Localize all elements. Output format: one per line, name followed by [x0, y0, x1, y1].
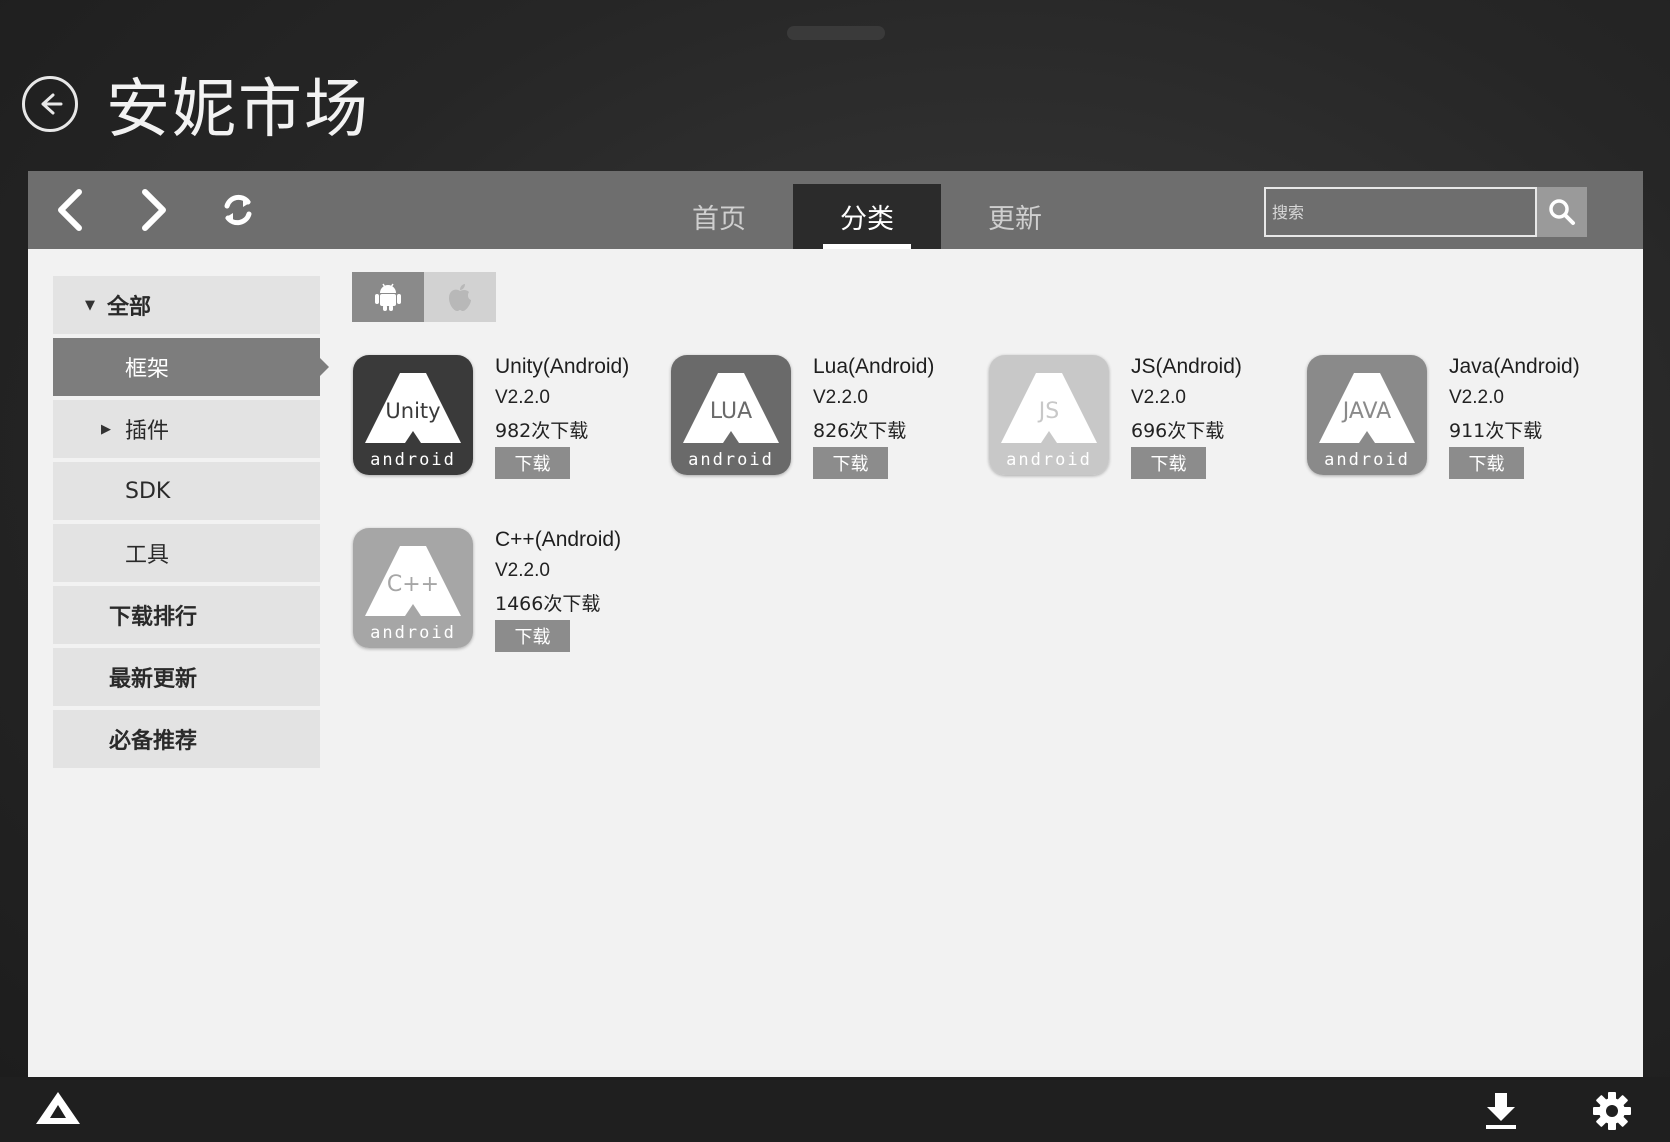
- app-download-count: 982次下载: [495, 420, 589, 442]
- sidebar-item-latest-updates[interactable]: 最新更新: [53, 648, 320, 706]
- app-name: Lua(Android): [813, 355, 935, 378]
- app-icon-label: C++: [387, 572, 439, 597]
- gear-icon[interactable]: [1592, 1091, 1632, 1131]
- app-name: JS(Android): [1131, 355, 1242, 378]
- app-card-cpp: C++ android C++(Android) V2.2.0 1466次下载 下…: [353, 528, 653, 658]
- app-icon-label: LUA: [710, 399, 752, 424]
- app-download-count: 696次下载: [1131, 420, 1225, 442]
- sidebar-item-sdk[interactable]: SDK: [53, 462, 320, 520]
- apple-icon[interactable]: [424, 272, 496, 322]
- anysdk-logo-icon[interactable]: [34, 1091, 82, 1125]
- app-icon-brand: android: [688, 450, 774, 470]
- sidebar-item-framework[interactable]: 框架: [53, 338, 329, 396]
- app-icon-brand: android: [370, 623, 456, 643]
- platform-toggle: [352, 272, 496, 322]
- sidebar-item-recommended[interactable]: 必备推荐: [53, 710, 320, 768]
- app-download-count: 911次下载: [1449, 420, 1543, 442]
- download-button[interactable]: 下载: [495, 620, 570, 652]
- app-icon-label: JS: [1037, 399, 1059, 424]
- download-button[interactable]: 下载: [1449, 447, 1524, 479]
- refresh-icon[interactable]: [210, 185, 266, 235]
- app-version: V2.2.0: [495, 560, 550, 581]
- window-grab-handle[interactable]: [787, 26, 885, 40]
- sidebar-item-label: 框架: [125, 357, 170, 382]
- tab-category[interactable]: 分类: [793, 184, 941, 249]
- app-name: Unity(Android): [495, 355, 630, 378]
- nav-forward-icon[interactable]: [126, 185, 182, 235]
- download-icon[interactable]: [1484, 1091, 1518, 1131]
- app-download-count: 1466次下载: [495, 593, 601, 615]
- js-app-icon[interactable]: JS android: [989, 355, 1109, 475]
- sidebar-item-label: 工具: [125, 543, 170, 568]
- category-sidebar: ▼ 全部 框架 ▶ 插件 SDK 工具 下载排行 最新更新 必备推荐: [53, 276, 329, 772]
- java-app-icon[interactable]: JAVA android: [1307, 355, 1427, 475]
- search-input[interactable]: [1264, 187, 1537, 237]
- app-card-java: JAVA android Java(Android) V2.2.0 911次下载 …: [1307, 355, 1607, 485]
- title-bar: 安妮市场: [22, 60, 370, 148]
- toolbar: 首页 分类 更新: [28, 171, 1643, 249]
- tab-home[interactable]: 首页: [645, 184, 793, 249]
- sidebar-item-label: 下载排行: [109, 605, 198, 630]
- sidebar-item-tools[interactable]: 工具: [53, 524, 320, 582]
- sidebar-item-label: 插件: [125, 419, 170, 444]
- app-name: Java(Android): [1449, 355, 1580, 378]
- android-icon[interactable]: [352, 272, 424, 322]
- app-version: V2.2.0: [813, 387, 868, 408]
- lua-app-icon[interactable]: LUA android: [671, 355, 791, 475]
- app-name: C++(Android): [495, 528, 622, 551]
- app-card-lua: LUA android Lua(Android) V2.2.0 826次下载 下载: [671, 355, 971, 485]
- app-version: V2.2.0: [1131, 387, 1186, 408]
- sidebar-item-plugins[interactable]: ▶ 插件: [53, 400, 320, 458]
- sidebar-item-label: SDK: [125, 478, 171, 504]
- sidebar-item-download-rank[interactable]: 下载排行: [53, 586, 320, 644]
- app-icon-brand: android: [370, 450, 456, 470]
- sidebar-item-label: 最新更新: [109, 667, 198, 692]
- main-panel: 首页 分类 更新 ▼ 全部 框架 ▶ 插件 SDK 工具 下载排行: [28, 171, 1643, 1077]
- unity-app-icon[interactable]: Unity android: [353, 355, 473, 475]
- app-version: V2.2.0: [1449, 387, 1504, 408]
- app-version: V2.2.0: [495, 387, 550, 408]
- download-button[interactable]: 下载: [1131, 447, 1206, 479]
- caret-down-icon: ▼: [85, 297, 95, 313]
- sidebar-item-all[interactable]: ▼ 全部: [53, 276, 320, 334]
- download-button[interactable]: 下载: [813, 447, 888, 479]
- nav-back-icon[interactable]: [42, 185, 98, 235]
- caret-right-icon: ▶: [101, 421, 111, 437]
- app-download-count: 826次下载: [813, 420, 907, 442]
- tab-bar: 首页 分类 更新: [645, 184, 1089, 249]
- back-icon[interactable]: [22, 76, 78, 132]
- sidebar-item-label: 全部: [107, 295, 152, 320]
- app-icon-label: JAVA: [1341, 399, 1391, 424]
- app-icon-brand: android: [1006, 450, 1092, 470]
- app-icon-brand: android: [1324, 450, 1410, 470]
- tab-updates[interactable]: 更新: [941, 184, 1089, 249]
- app-card-unity: Unity android Unity(Android) V2.2.0 982次下…: [353, 355, 653, 485]
- app-card-js: JS android JS(Android) V2.2.0 696次下载 下载: [989, 355, 1289, 485]
- app-title: 安妮市场: [106, 73, 370, 147]
- search-icon[interactable]: [1537, 187, 1587, 237]
- app-icon-label: Unity: [385, 399, 440, 423]
- bottom-bar: [0, 1077, 1670, 1142]
- download-button[interactable]: 下载: [495, 447, 570, 479]
- sidebar-item-label: 必备推荐: [109, 729, 198, 754]
- cpp-app-icon[interactable]: C++ android: [353, 528, 473, 648]
